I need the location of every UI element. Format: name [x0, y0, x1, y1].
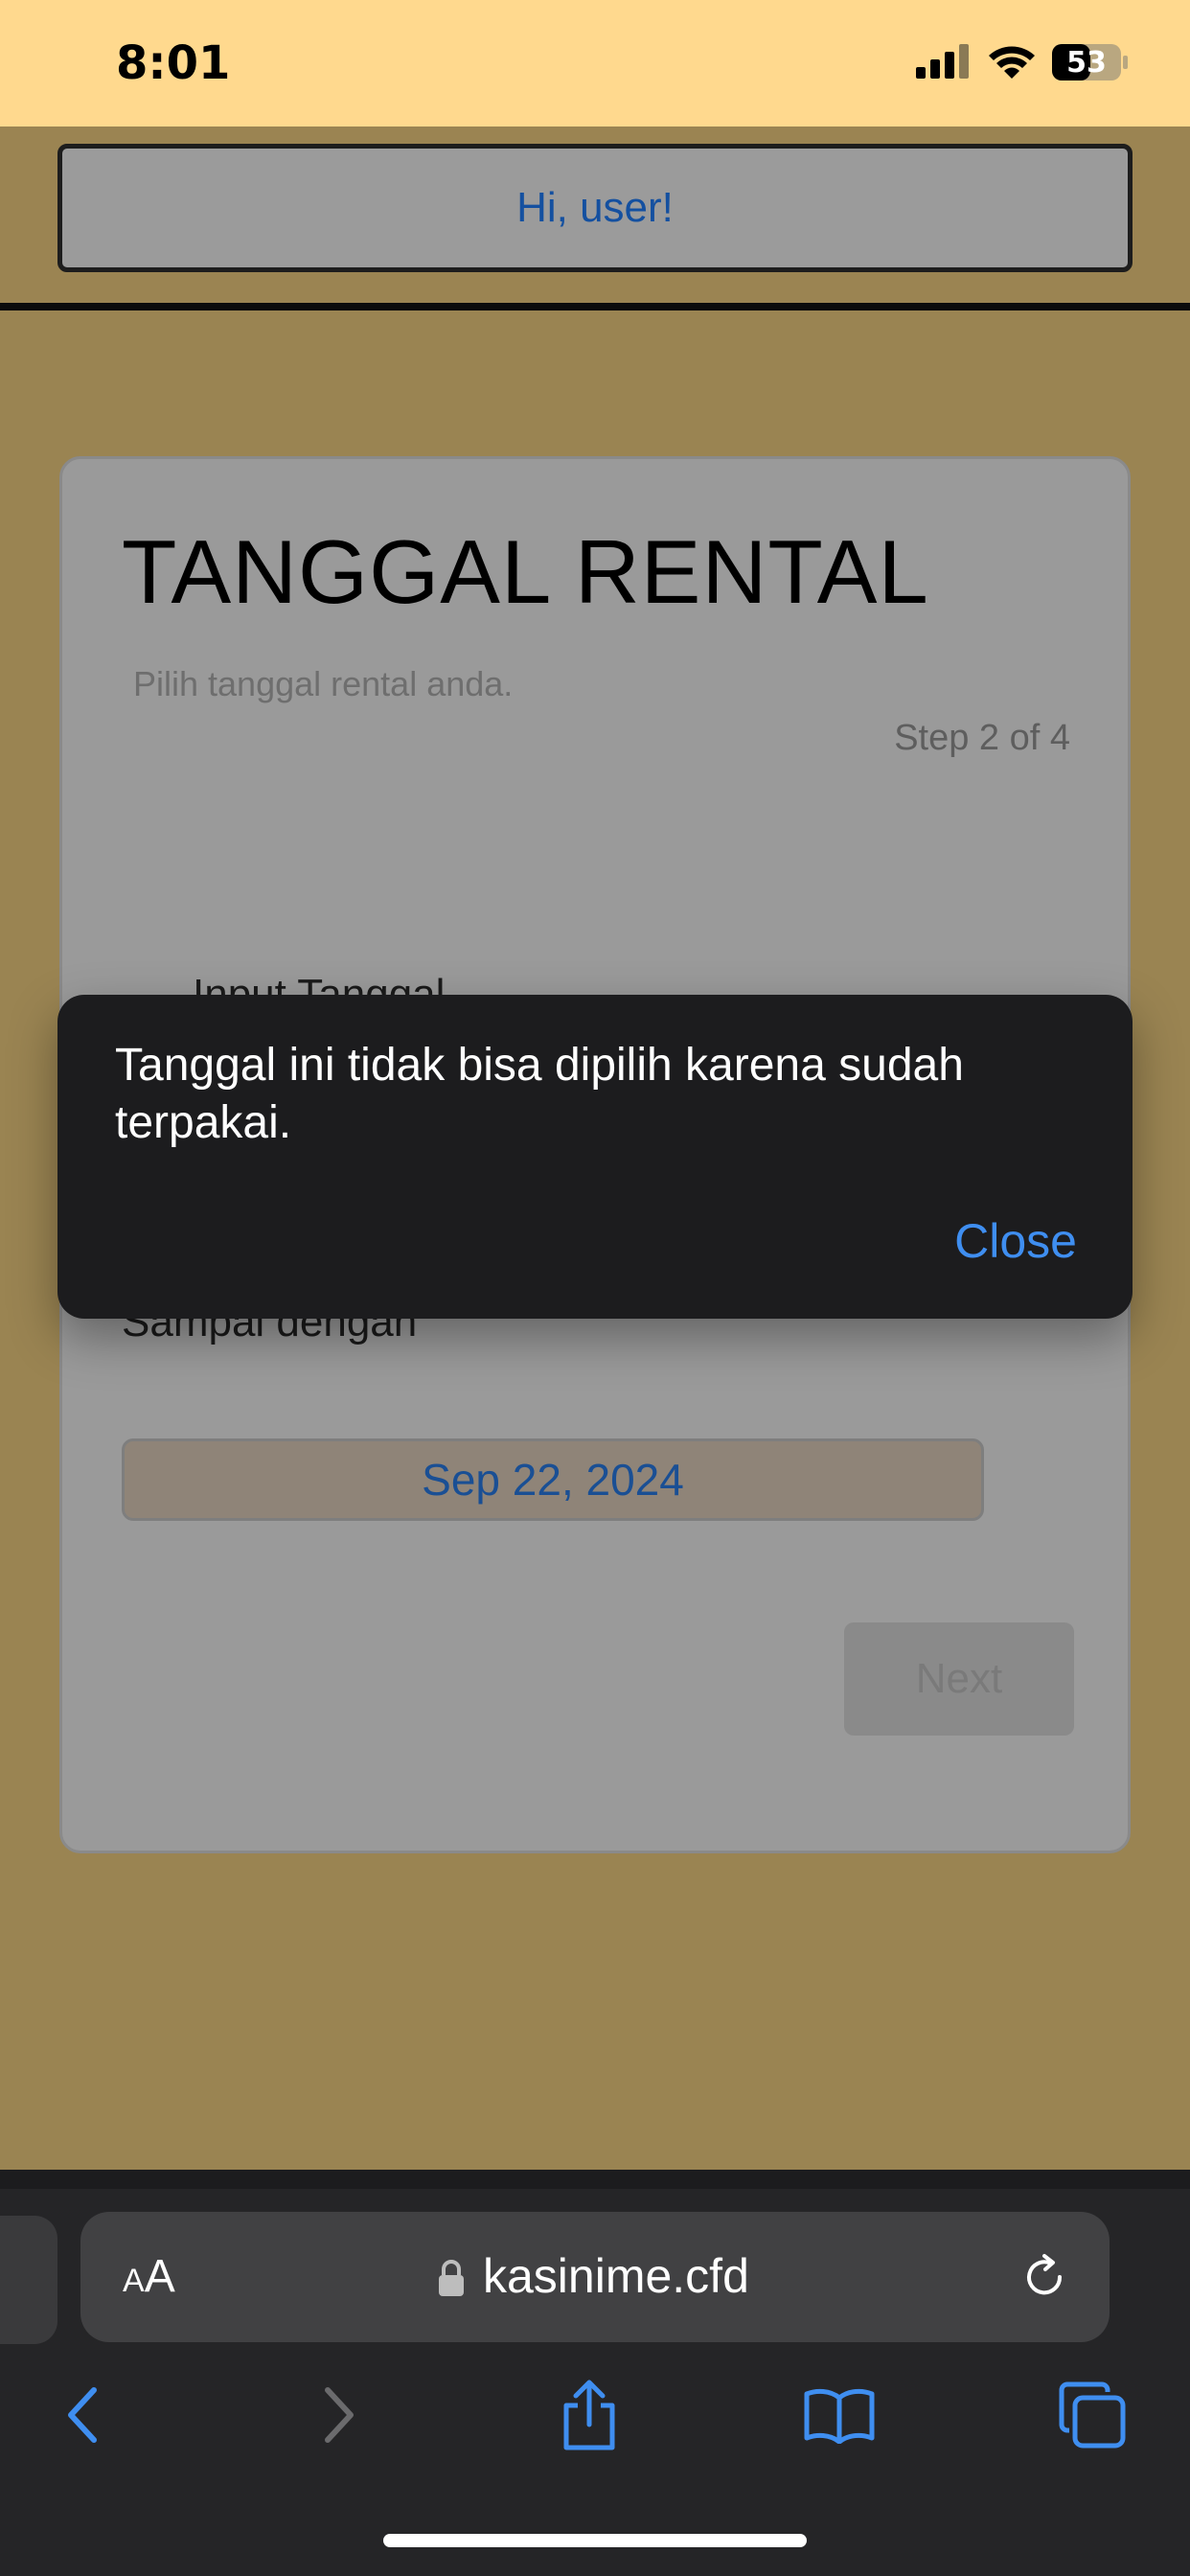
back-icon — [68, 2387, 97, 2443]
end-date-field[interactable]: Sep 22, 2024 — [122, 1438, 984, 1521]
url-text: kasinime.cfd — [483, 2249, 749, 2303]
greeting-text: Hi, user! — [516, 184, 674, 231]
back-button[interactable] — [44, 2377, 121, 2453]
address-bar[interactable]: AA kasinime.cfd — [80, 2212, 1110, 2342]
tabs-button[interactable] — [1054, 2377, 1131, 2453]
tabs-icon — [1059, 2381, 1126, 2449]
forward-button[interactable] — [301, 2377, 378, 2453]
page-title: TANGGAL RENTAL — [122, 521, 929, 622]
home-indicator[interactable] — [383, 2534, 807, 2547]
share-button[interactable] — [551, 2377, 628, 2453]
text-size-large-a: A — [144, 2251, 175, 2302]
error-toast: Tanggal ini tidak bisa dipilih karena su… — [57, 995, 1133, 1319]
toast-message: Tanggal ini tidak bisa dipilih karena su… — [115, 1040, 964, 1148]
next-button[interactable]: Next — [844, 1622, 1074, 1736]
browser-nav-row — [0, 2367, 1190, 2463]
step-indicator: Step 2 of 4 — [894, 718, 1070, 758]
share-icon — [563, 2380, 615, 2450]
status-bar: 8:01 53 — [0, 0, 1190, 126]
end-date-value: Sep 22, 2024 — [422, 1455, 684, 1505]
text-size-small-a: A — [123, 2263, 145, 2299]
header-divider — [0, 303, 1190, 310]
wifi-icon — [989, 46, 1035, 79]
previous-tab-preview[interactable] — [0, 2216, 57, 2344]
status-time: 8:01 — [116, 36, 231, 90]
next-button-label: Next — [915, 1655, 1003, 1702]
reload-icon[interactable] — [1018, 2250, 1071, 2304]
battery-icon: 53 — [1052, 44, 1129, 80]
battery-level: 53 — [1066, 46, 1107, 80]
forward-icon — [325, 2387, 354, 2443]
lock-icon — [439, 2260, 464, 2296]
toast-close-button[interactable]: Close — [954, 1213, 1077, 1269]
text-size-button[interactable]: AA — [123, 2250, 175, 2303]
greeting-button[interactable]: Hi, user! — [57, 144, 1133, 272]
browser-toolbar-edge — [0, 2170, 1190, 2189]
cellular-signal-icon — [916, 44, 969, 79]
bookmarks-button[interactable] — [801, 2377, 878, 2453]
card-subtitle: Pilih tanggal rental anda. — [133, 664, 514, 703]
bookmarks-icon — [804, 2388, 875, 2444]
